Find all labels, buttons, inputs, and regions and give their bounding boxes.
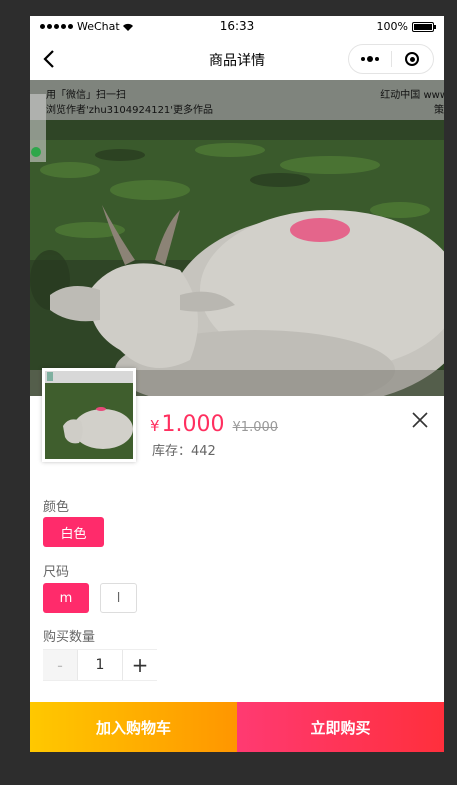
product-image[interactable]: 用「微信」扫一扫 浏览作者'zhu3104924121'更多作品 红动中国 ww… — [30, 80, 444, 396]
battery-percent: 100% — [376, 20, 408, 33]
current-price: 1.000 — [161, 412, 225, 437]
watermark-line1: 用「微信」扫一扫 — [46, 90, 126, 101]
add-to-cart-button[interactable]: 加入购物车 — [30, 702, 237, 752]
stock-count: 库存：442 — [152, 444, 216, 459]
original-price: ¥1.000 — [232, 420, 279, 435]
currency-symbol: ¥ — [150, 417, 160, 435]
close-target-icon[interactable] — [391, 52, 433, 66]
watermark-right2: 策 — [434, 105, 444, 116]
quantity-stepper: - 1 + — [43, 649, 157, 681]
price-row: ¥ 1.000 ¥1.000 — [150, 412, 278, 437]
close-icon[interactable] — [410, 410, 430, 430]
nav-bar: 商品详情 — [30, 38, 444, 80]
product-thumbnail — [42, 368, 136, 462]
color-label: 颜色 — [43, 500, 70, 515]
goat-photo — [30, 80, 444, 396]
size-option-l[interactable]: l — [100, 583, 137, 613]
quantity-input[interactable]: 1 — [77, 650, 123, 680]
phone-screen: WeChat 16:33 100% 商品详情 用「微信」扫一扫 浏览作者'zhu… — [30, 16, 444, 752]
watermark-line2: 浏览作者'zhu3104924121'更多作品 — [46, 105, 214, 116]
thumbnail-goat-image — [45, 371, 133, 459]
watermark-banner: 用「微信」扫一扫 浏览作者'zhu3104924121'更多作品 红动中国 ww… — [30, 80, 444, 120]
quantity-plus-button[interactable]: + — [123, 650, 157, 680]
more-dots-icon[interactable] — [349, 56, 391, 62]
size-label: 尺码 — [43, 565, 70, 580]
color-option-white[interactable]: 白色 — [43, 517, 104, 547]
battery-icon — [412, 21, 436, 32]
size-option-m[interactable]: m — [43, 583, 89, 613]
battery-status: 100% — [376, 20, 436, 33]
watermark-right1: 红动中国 www — [380, 90, 444, 101]
qr-code-icon — [30, 94, 46, 162]
buy-now-button[interactable]: 立即购买 — [237, 702, 444, 752]
action-bar: 加入购物车 立即购买 — [30, 702, 444, 752]
quantity-label: 购买数量 — [43, 630, 96, 645]
status-bar: WeChat 16:33 100% — [30, 16, 444, 38]
quantity-minus-button[interactable]: - — [43, 650, 77, 680]
mini-program-capsule — [348, 44, 434, 74]
sku-panel: ¥ 1.000 ¥1.000 库存：442 颜色 白色 尺码 m l 购买数量 … — [30, 368, 444, 702]
